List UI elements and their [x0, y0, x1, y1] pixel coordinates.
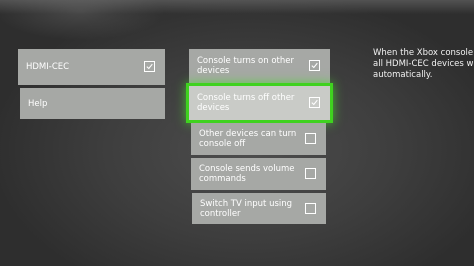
hdmi-cec-checkbox[interactable]: [144, 61, 155, 72]
option-switch-tv-input-using-controller[interactable]: Switch TV input using controller: [192, 193, 326, 224]
hdmi-cec-label: HDMI-CEC: [26, 62, 70, 72]
option-label: Console turns off other devices: [197, 93, 295, 113]
option-checkbox[interactable]: [309, 97, 320, 108]
option-console-turns-on-other-devices[interactable]: Console turns on other devices: [189, 49, 330, 83]
hdmi-cec-menu-item[interactable]: HDMI-CEC: [18, 49, 165, 85]
check-icon: [311, 62, 318, 69]
screen-glare: [0, 0, 474, 14]
option-label: Other devices can turn console off: [199, 129, 297, 149]
check-icon: [146, 63, 153, 70]
option-console-turns-off-other-devices[interactable]: Console turns off other devices: [186, 83, 333, 123]
help-menu-item[interactable]: Help: [20, 88, 165, 119]
option-checkbox[interactable]: [305, 168, 316, 179]
help-label: Help: [28, 98, 48, 109]
option-console-sends-volume-commands[interactable]: Console sends volume commands: [191, 158, 326, 190]
setting-description: When the Xbox console is t all HDMI-CEC …: [373, 48, 474, 80]
option-checkbox[interactable]: [305, 133, 316, 144]
option-checkbox[interactable]: [305, 202, 316, 214]
option-label: Console turns on other devices: [197, 56, 294, 76]
check-icon: [311, 99, 318, 106]
option-checkbox[interactable]: [309, 60, 320, 71]
option-other-devices-can-turn-console-off[interactable]: Other devices can turn console off: [191, 123, 326, 155]
option-label: Console sends volume commands: [199, 164, 295, 184]
option-label: Switch TV input using controller: [200, 198, 293, 219]
